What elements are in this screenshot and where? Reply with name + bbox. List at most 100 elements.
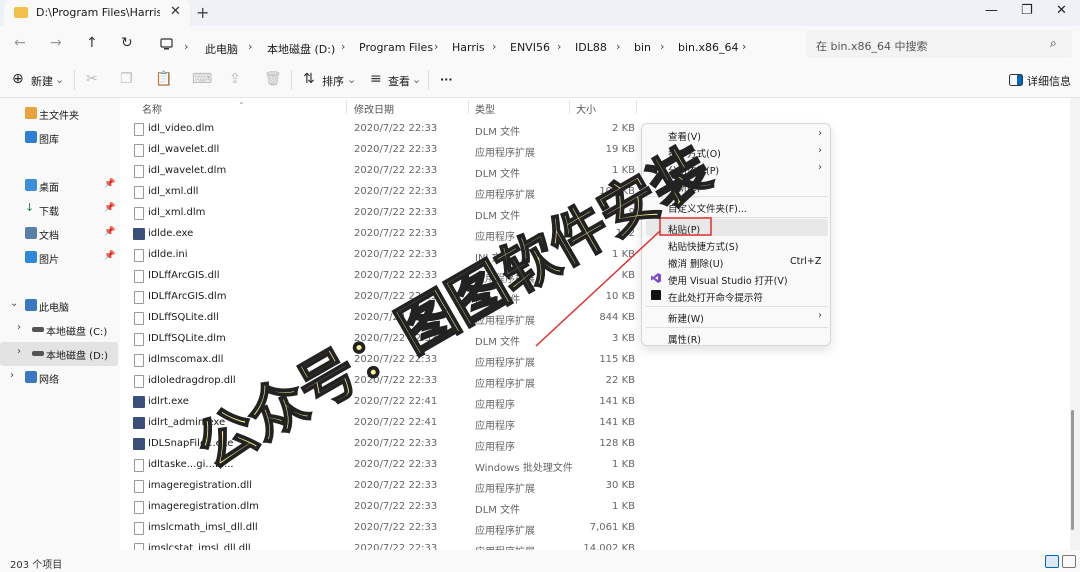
- minimize-button[interactable]: —: [985, 3, 998, 18]
- breadcrumb-drive-d[interactable]: 本地磁盘 (D:): [267, 41, 335, 57]
- menu-item-undo-delete[interactable]: 撤消 删除(U) Ctrl+Z: [646, 253, 828, 270]
- table-row[interactable]: idlrt_admin.exe 2020/7/22 22:41 应用程序 141 KB: [120, 413, 640, 434]
- close-window-button[interactable]: ✕: [1056, 3, 1067, 18]
- column-header-type[interactable]: 类型: [475, 101, 495, 116]
- table-row[interactable]: idl_wavelet.dlm 2020/7/22 22:33 DLM 文件 1 KB: [120, 161, 640, 182]
- forward-arrow-icon[interactable]: →: [50, 35, 62, 51]
- column-divider[interactable]: [346, 100, 347, 114]
- new-button[interactable]: 新建: [31, 73, 53, 89]
- menu-item-group[interactable]: 分组依据(P) ›: [646, 160, 828, 177]
- sidebar-item-downloads[interactable]: ↓ 下载 📌: [0, 198, 118, 222]
- new-tab-button[interactable]: +: [196, 3, 209, 22]
- menu-item-open-cmd[interactable]: 在此处打开命令提示符: [646, 287, 828, 304]
- scrollbar-thumb[interactable]: [1071, 410, 1074, 530]
- table-row[interactable]: idlde.ini 2020/7/22 22:33 INI 文件 1 KB: [120, 245, 640, 266]
- address-bar[interactable]: › 此电脑 › 本地磁盘 (D:) › Program Files › Harr…: [150, 30, 798, 58]
- file-modified: 2020/7/22 22:33: [354, 438, 438, 449]
- table-row[interactable]: IDLffArcGIS.dll 2020/7/22 22:33 应用程序扩展 KB: [120, 266, 640, 287]
- file-list[interactable]: 名称 ⌃ 修改日期 类型 大小 idl_video.dlm 2020/7/22 2…: [120, 98, 1074, 558]
- column-header-name[interactable]: 名称: [142, 101, 162, 116]
- menu-item-properties[interactable]: 属性(R): [646, 329, 828, 346]
- menu-item-sort[interactable]: 排序方式(O) ›: [646, 143, 828, 160]
- rename-icon[interactable]: ⌨: [192, 71, 212, 87]
- share-icon[interactable]: ⇪: [229, 71, 241, 87]
- sidebar-item-gallery[interactable]: 图库: [0, 126, 118, 150]
- table-row[interactable]: idloledragdrop.dll 2020/7/22 22:33 应用程序扩展 2…: [120, 371, 640, 392]
- column-divider[interactable]: [468, 100, 469, 114]
- search-input[interactable]: 在 bin.x86_64 中搜索 ⌕: [806, 30, 1072, 58]
- table-row[interactable]: IDLffArcGIS.dlm 2020/7/22 22:33 DLM 文件 10 K…: [120, 287, 640, 308]
- column-divider[interactable]: [569, 100, 570, 114]
- tab-active[interactable]: D:\Program Files\Harris\ENVI5 ✕: [4, 0, 190, 26]
- sidebar-item-label: 此电脑: [39, 303, 69, 314]
- sidebar-item-drive-d[interactable]: › 本地磁盘 (D:): [0, 342, 118, 366]
- table-row[interactable]: idl_wavelet.dll 2020/7/22 22:33 应用程序扩展 19 K…: [120, 140, 640, 161]
- menu-item-paste-shortcut[interactable]: 粘贴快捷方式(S): [646, 236, 828, 253]
- breadcrumb-harris[interactable]: Harris: [452, 41, 485, 54]
- menu-item-view[interactable]: 查看(V) ›: [646, 126, 828, 143]
- pin-icon[interactable]: 📌: [104, 227, 115, 237]
- more-options-button[interactable]: ···: [440, 73, 453, 86]
- details-view-button[interactable]: [1045, 555, 1059, 568]
- table-row[interactable]: idl_video.dlm 2020/7/22 22:33 DLM 文件 2 KB: [120, 119, 640, 140]
- sidebar-item-desktop[interactable]: 桌面 📌: [0, 174, 118, 198]
- table-row[interactable]: imslcmath_imsl_dll.dll 2020/7/22 22:33 应用程…: [120, 518, 640, 539]
- column-divider[interactable]: [636, 100, 637, 114]
- up-arrow-icon[interactable]: ↑: [86, 35, 98, 51]
- view-button[interactable]: 查看: [388, 73, 410, 89]
- maximize-button[interactable]: ❐: [1021, 3, 1033, 18]
- sidebar-item-this-pc[interactable]: ⌄ 此电脑: [0, 294, 118, 318]
- chevron-right-icon: ›: [248, 40, 253, 53]
- delete-icon[interactable]: 🗑: [264, 71, 282, 87]
- menu-item-customize[interactable]: 自定义文件夹(F)...: [646, 198, 828, 215]
- sidebar-item-network[interactable]: › 网络: [0, 366, 118, 390]
- pin-icon[interactable]: 📌: [104, 179, 115, 189]
- table-row[interactable]: imageregistration.dlm 2020/7/22 22:33 DLM …: [120, 497, 640, 518]
- sidebar-item-home[interactable]: 主文件夹: [0, 102, 118, 126]
- breadcrumb-bin-x86-64[interactable]: bin.x86_64: [678, 41, 739, 54]
- chevron-right-icon[interactable]: ›: [17, 322, 21, 333]
- sidebar-item-documents[interactable]: 文档 📌: [0, 222, 118, 246]
- pin-icon[interactable]: 📌: [104, 251, 115, 261]
- table-row[interactable]: idl_xml.dll 2020/7/22 22:33 应用程序扩展 102 KB: [120, 182, 640, 203]
- menu-item-paste[interactable]: 粘贴(P): [646, 219, 828, 236]
- cut-icon[interactable]: ✂: [86, 71, 98, 87]
- details-button[interactable]: 详细信息: [1027, 73, 1071, 89]
- table-row[interactable]: idl_xml.dlm 2020/7/22 22:33 DLM 文件 9: [120, 203, 640, 224]
- table-row[interactable]: idlmscomax.dll 2020/7/22 22:33 应用程序扩展 115 K…: [120, 350, 640, 371]
- breadcrumb-envi56[interactable]: ENVI56: [510, 41, 550, 54]
- sidebar-item-drive-c[interactable]: › 本地磁盘 (C:): [0, 318, 118, 342]
- breadcrumb-this-pc[interactable]: 此电脑: [205, 41, 238, 57]
- close-tab-button[interactable]: ✕: [170, 4, 181, 19]
- chevron-down-icon[interactable]: ⌄: [10, 298, 18, 309]
- column-header-size[interactable]: 大小: [576, 101, 596, 116]
- table-row[interactable]: idltaske...gi...bi... 2020/7/22 22:33 Wind…: [120, 455, 640, 476]
- breadcrumb-bin[interactable]: bin: [634, 41, 651, 54]
- breadcrumb-idl88[interactable]: IDL88: [575, 41, 607, 54]
- column-header-modified[interactable]: 修改日期: [354, 101, 394, 116]
- tiles-view-button[interactable]: [1062, 555, 1076, 568]
- chevron-right-icon[interactable]: ›: [10, 370, 14, 381]
- menu-item-new[interactable]: 新建(W) ›: [646, 308, 828, 325]
- menu-item-open-visual-studio[interactable]: 使用 Visual Studio 打开(V): [646, 270, 828, 287]
- table-row[interactable]: IDLSnapFile...exe 2020/7/22 22:33 应用程序 128 …: [120, 434, 640, 455]
- folder-icon: [14, 7, 28, 18]
- breadcrumb-program-files[interactable]: Program Files: [359, 41, 433, 54]
- chevron-right-icon[interactable]: ›: [17, 346, 21, 357]
- file-modified: 2020/7/22 22:33: [354, 522, 438, 533]
- pin-icon[interactable]: 📌: [104, 203, 115, 213]
- table-row[interactable]: idlde.exe 2020/7/22 22:33 应用程序 182: [120, 224, 640, 245]
- menu-item-refresh[interactable]: 刷新(E): [646, 177, 828, 194]
- table-row[interactable]: IDLffSQLite.dll 2020/7/22 22:33 应用程序扩展 844 …: [120, 308, 640, 329]
- copy-icon[interactable]: ❐: [120, 71, 133, 87]
- table-row[interactable]: IDLffSQLite.dlm 2020/7/22 22:33 DLM 文件 3 KB: [120, 329, 640, 350]
- paste-icon[interactable]: 📋: [155, 71, 172, 87]
- menu-item-label: 属性(R): [668, 335, 702, 346]
- refresh-icon[interactable]: ↻: [121, 35, 133, 51]
- table-row[interactable]: imageregistration.dll 2020/7/22 22:33 应用程序…: [120, 476, 640, 497]
- table-row[interactable]: idlrt.exe 2020/7/22 22:41 应用程序 141 KB: [120, 392, 640, 413]
- sidebar-item-pictures[interactable]: 图片 📌: [0, 246, 118, 270]
- chevron-right-icon[interactable]: ›: [742, 40, 746, 53]
- sort-button[interactable]: 排序: [322, 73, 344, 89]
- back-arrow-icon[interactable]: ←: [14, 35, 26, 51]
